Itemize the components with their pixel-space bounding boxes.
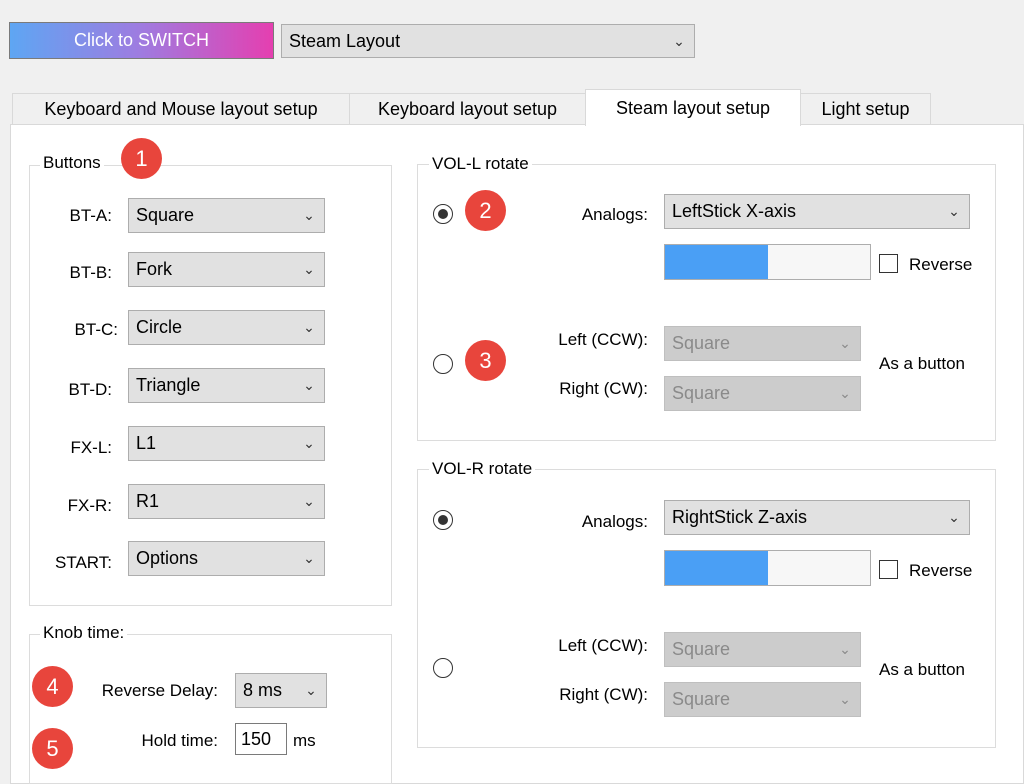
layout-select-value: Steam Layout	[289, 30, 401, 51]
vol-l-analogs-select[interactable]: LeftStick X-axis ⌄	[664, 194, 970, 229]
vol-r-analogs-value: RightStick Z-axis	[672, 507, 808, 527]
bt-b-label: BT-B:	[69, 263, 112, 282]
bt-b-select[interactable]: Fork ⌄	[128, 252, 325, 287]
vol-l-left-select[interactable]: Square ⌄	[664, 326, 861, 361]
start-label: START:	[55, 553, 112, 572]
chevron-down-icon: ⌄	[303, 261, 315, 277]
fx-l-select[interactable]: L1 ⌄	[128, 426, 325, 461]
hold-time-input[interactable]: 150	[235, 723, 287, 755]
vol-l-left-label: Left (CCW):	[558, 330, 648, 349]
chevron-down-icon: ⌄	[305, 682, 317, 698]
bt-d-label: BT-D:	[68, 380, 112, 399]
bt-c-label: BT-C:	[74, 320, 118, 339]
vol-l-analogs-value: LeftStick X-axis	[672, 201, 797, 221]
vol-l-level-bar	[664, 244, 871, 280]
radio-selected-dot	[438, 209, 448, 219]
vol-l-analogs-label: Analogs:	[581, 205, 648, 224]
chevron-down-icon: ⌄	[673, 32, 685, 49]
vol-l-right-label: Right (CW):	[559, 379, 648, 398]
chevron-down-icon: ⌄	[839, 385, 851, 401]
vol-r-title: VOL-R rotate	[429, 459, 536, 479]
vol-r-analog-radio[interactable]	[433, 510, 453, 530]
fx-l-label: FX-L:	[70, 438, 112, 457]
bt-a-value: Square	[136, 205, 195, 225]
vol-l-reverse-label: Reverse	[909, 255, 973, 274]
chevron-down-icon: ⌄	[839, 641, 851, 657]
tab-light-setup[interactable]: Light setup	[800, 93, 931, 125]
layout-select[interactable]: Steam Layout ⌄	[281, 24, 695, 58]
chevron-down-icon: ⌄	[839, 335, 851, 351]
vol-r-analogs-label: Analogs:	[581, 512, 648, 531]
chevron-down-icon: ⌄	[948, 203, 960, 219]
chevron-down-icon: ⌄	[303, 377, 315, 393]
vol-l-as-button-label: As a button	[879, 354, 966, 373]
chevron-down-icon: ⌄	[839, 691, 851, 707]
badge-5: 5	[32, 728, 73, 769]
buttons-group-title: Buttons	[40, 153, 104, 173]
fx-r-value: R1	[136, 491, 160, 511]
vol-r-left-value: Square	[672, 639, 731, 659]
hold-time-label: Hold time:	[141, 731, 218, 750]
badge-4: 4	[32, 666, 73, 707]
tab-keyboard-mouse-layout[interactable]: Keyboard and Mouse layout setup	[12, 93, 350, 125]
bt-d-select[interactable]: Triangle ⌄	[128, 368, 325, 403]
vol-r-reverse-checkbox[interactable]	[879, 560, 898, 579]
tab-steam-layout[interactable]: Steam layout setup	[585, 89, 801, 126]
vol-r-right-select[interactable]: Square ⌄	[664, 682, 861, 717]
vol-l-reverse-checkbox[interactable]	[879, 254, 898, 273]
vol-r-button-radio[interactable]	[433, 658, 453, 678]
bt-d-value: Triangle	[136, 375, 201, 395]
badge-1: 1	[121, 138, 162, 179]
tab-keyboard-layout[interactable]: Keyboard layout setup	[349, 93, 586, 125]
vol-r-level-bar	[664, 550, 871, 586]
vol-l-right-value: Square	[672, 383, 731, 403]
bt-c-select[interactable]: Circle ⌄	[128, 310, 325, 345]
start-select[interactable]: Options ⌄	[128, 541, 325, 576]
vol-r-left-select[interactable]: Square ⌄	[664, 632, 861, 667]
vol-l-analog-radio[interactable]	[433, 204, 453, 224]
bt-c-value: Circle	[136, 317, 183, 337]
vol-r-right-value: Square	[672, 689, 731, 709]
vol-l-button-radio[interactable]	[433, 354, 453, 374]
bt-a-label: BT-A:	[69, 206, 112, 225]
chevron-down-icon: ⌄	[303, 435, 315, 451]
chevron-down-icon: ⌄	[303, 550, 315, 566]
reverse-delay-select[interactable]: 8 ms ⌄	[235, 673, 327, 708]
fx-l-value: L1	[136, 433, 157, 453]
start-value: Options	[136, 548, 199, 568]
vol-r-right-label: Right (CW):	[559, 685, 648, 704]
vol-r-reverse-label: Reverse	[909, 561, 973, 580]
chevron-down-icon: ⌄	[303, 319, 315, 335]
reverse-delay-label: Reverse Delay:	[101, 681, 218, 700]
reverse-delay-value: 8 ms	[243, 680, 283, 700]
switch-button[interactable]: Click to SWITCH	[9, 22, 274, 59]
chevron-down-icon: ⌄	[303, 493, 315, 509]
badge-2: 2	[465, 190, 506, 231]
fx-r-label: FX-R:	[67, 496, 112, 515]
knob-time-title: Knob time:	[40, 623, 128, 643]
chevron-down-icon: ⌄	[303, 207, 315, 223]
vol-l-title: VOL-L rotate	[429, 154, 532, 174]
bt-a-select[interactable]: Square ⌄	[128, 198, 325, 233]
vol-l-left-value: Square	[672, 333, 731, 353]
vol-r-analogs-select[interactable]: RightStick Z-axis ⌄	[664, 500, 970, 535]
fx-r-select[interactable]: R1 ⌄	[128, 484, 325, 519]
bt-b-value: Fork	[136, 259, 172, 279]
knob-time-group	[29, 634, 392, 784]
vol-l-level-fill	[665, 245, 768, 279]
vol-r-left-label: Left (CCW):	[558, 636, 648, 655]
chevron-down-icon: ⌄	[948, 509, 960, 525]
hold-time-unit: ms	[293, 731, 316, 750]
vol-l-right-select[interactable]: Square ⌄	[664, 376, 861, 411]
radio-selected-dot	[438, 515, 448, 525]
vol-r-as-button-label: As a button	[879, 660, 966, 679]
vol-r-level-fill	[665, 551, 768, 585]
